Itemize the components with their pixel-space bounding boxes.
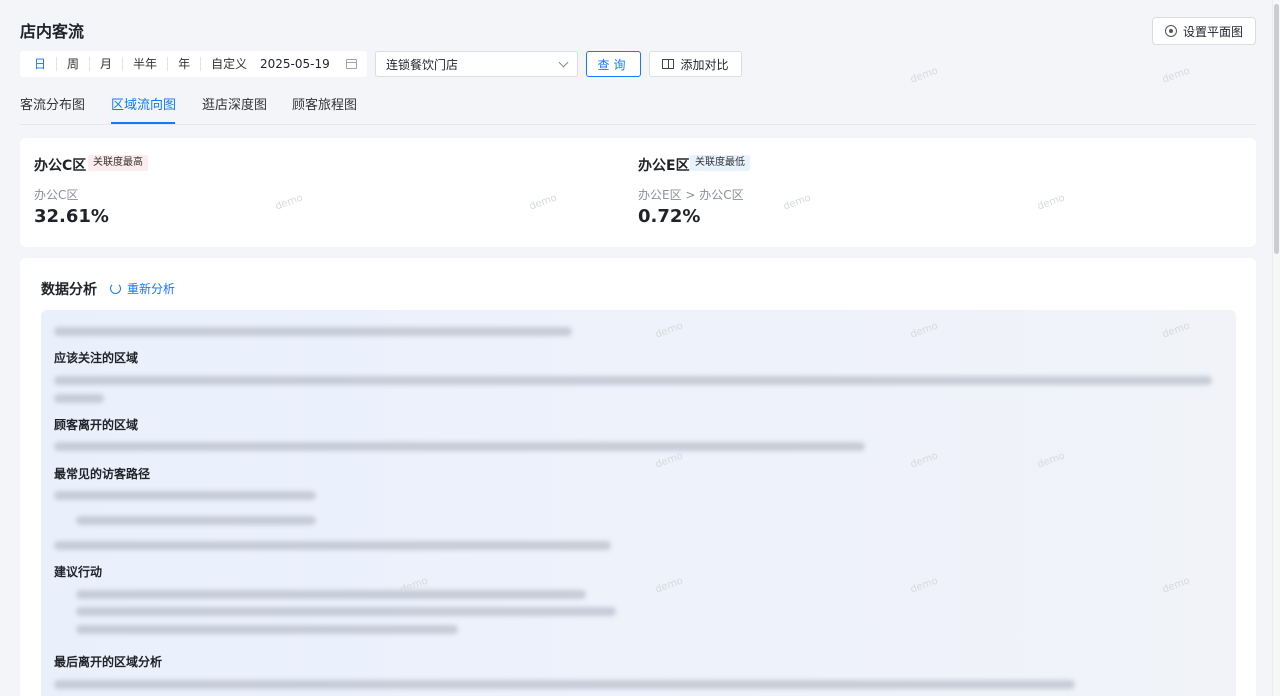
period-month[interactable]: 月 — [89, 57, 122, 71]
view-tabs: 客流分布图 区域流向图 逛店深度图 顾客旅程图 — [20, 88, 1256, 125]
period-half-year[interactable]: 半年 — [122, 57, 167, 71]
heading-suggested-actions: 建议行动 — [54, 565, 103, 579]
highest-badge: 关联度最高 — [88, 155, 148, 171]
period-week[interactable]: 周 — [56, 57, 89, 71]
refresh-icon — [110, 283, 121, 294]
period-day[interactable]: 日 — [24, 57, 56, 71]
tab-flow-distribution[interactable]: 客流分布图 — [20, 94, 85, 113]
tab-customer-journey[interactable]: 顾客旅程图 — [292, 94, 357, 113]
analysis-title: 数据分析 — [41, 282, 97, 298]
blurred-text — [76, 590, 586, 599]
watermark: demo — [1160, 65, 1192, 86]
lowest-zone-name: 办公E区 — [638, 158, 690, 174]
period-selector: 日 周 月 半年 年 自定义 — [20, 51, 262, 77]
scrollbar-thumb[interactable] — [1274, 4, 1279, 254]
period-custom[interactable]: 自定义 — [200, 57, 257, 71]
blurred-text — [54, 327, 572, 336]
watermark: demo — [908, 65, 940, 86]
store-select[interactable]: 连锁餐饮门店 — [375, 51, 578, 77]
chevron-down-icon — [558, 57, 569, 67]
lowest-percent: 0.72% — [638, 206, 701, 227]
blurred-text — [54, 680, 1075, 689]
period-year[interactable]: 年 — [167, 57, 200, 71]
set-floor-plan-label: 设置平面图 — [1182, 24, 1243, 39]
query-button[interactable]: 查询 — [586, 51, 641, 77]
add-compare-label: 添加对比 — [680, 57, 729, 72]
tab-zone-flow[interactable]: 区域流向图 — [111, 94, 176, 113]
settings-icon — [1164, 25, 1177, 37]
tab-visit-depth[interactable]: 逛店深度图 — [202, 94, 267, 113]
highest-percent: 32.61% — [34, 206, 109, 227]
page-scrollbar[interactable] — [1272, 0, 1280, 696]
data-analysis-card: 数据分析 重新分析 应该关注的区域 顾客离开的区域 最常见的访客路径 建议行动 … — [20, 258, 1256, 696]
lowest-zone-path: 办公E区 > 办公C区 — [638, 188, 744, 202]
compare-icon — [662, 59, 675, 69]
blurred-text — [54, 491, 316, 500]
relevance-stats-card: 办公C区 关联度最高 办公C区 32.61% 办公E区 关联度最低 办公E区 >… — [20, 138, 1256, 247]
date-value: 2025-05-19 — [260, 57, 330, 71]
blurred-text — [54, 442, 865, 451]
highest-zone-name: 办公C区 — [34, 158, 87, 174]
store-value: 连锁餐饮门店 — [386, 57, 459, 72]
add-compare-button[interactable]: 添加对比 — [649, 51, 742, 77]
date-picker[interactable]: 2025-05-19 — [250, 51, 367, 77]
page-title: 店内客流 — [20, 22, 85, 41]
reanalyze-button[interactable]: 重新分析 — [110, 280, 175, 297]
blurred-text — [54, 541, 611, 550]
page: 店内客流 设置平面图 日 周 月 半年 年 自定义 2025-05-19 连锁餐… — [0, 0, 1272, 696]
heading-common-paths: 最常见的访客路径 — [54, 467, 151, 481]
heading-last-exit-analysis: 最后离开的区域分析 — [54, 655, 163, 669]
heading-exit-zones: 顾客离开的区域 — [54, 418, 139, 432]
heading-focus-zones: 应该关注的区域 — [54, 351, 139, 365]
active-tab-indicator — [111, 122, 175, 124]
blurred-text — [54, 394, 104, 403]
reanalyze-label: 重新分析 — [127, 282, 176, 296]
highest-zone-path: 办公C区 — [34, 188, 79, 202]
blurred-text — [54, 376, 1212, 385]
set-floor-plan-button[interactable]: 设置平面图 — [1152, 17, 1256, 45]
calendar-icon — [346, 59, 357, 69]
blurred-text — [76, 516, 316, 525]
blurred-text — [76, 625, 458, 634]
analysis-report: 应该关注的区域 顾客离开的区域 最常见的访客路径 建议行动 最后离开的区域分析 — [41, 310, 1236, 696]
lowest-badge: 关联度最低 — [690, 155, 750, 171]
blurred-text — [76, 607, 616, 616]
